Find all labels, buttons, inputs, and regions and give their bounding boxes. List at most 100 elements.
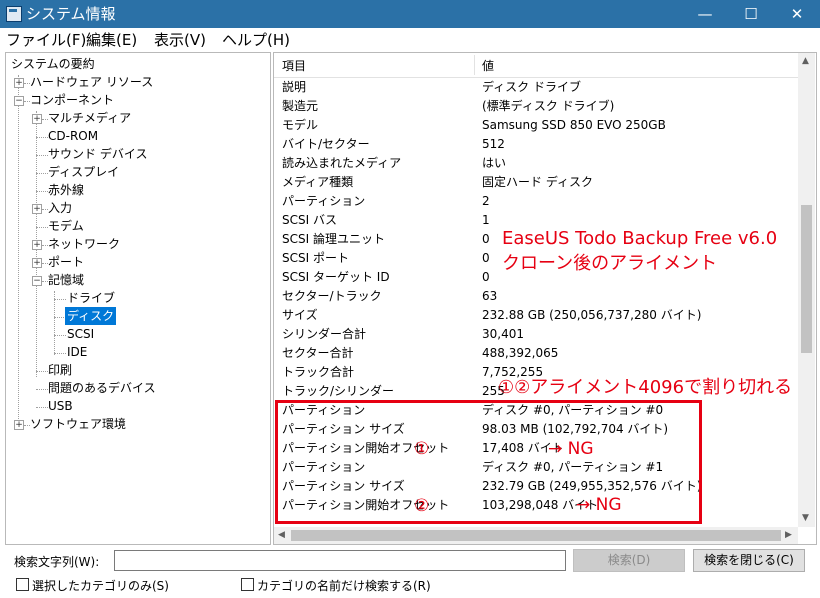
tree-line [36, 407, 48, 408]
item-cell: トラック/シリンダー [282, 384, 395, 398]
window-title: システム情報 [26, 5, 116, 23]
category-tree[interactable]: + − + + + + − + システムの要約 ハードウェア リソース コンポー… [5, 52, 271, 545]
value-cell: 1 [482, 213, 490, 227]
table-row[interactable]: 説明 ディスク ドライブ [274, 78, 798, 97]
tree-item-usb[interactable]: USB [48, 397, 73, 415]
close-button[interactable]: ✕ [774, 0, 820, 28]
annotation-title-line1: EaseUS Todo Backup Free v6.0 [502, 228, 778, 249]
item-cell: セクター/トラック [282, 289, 382, 303]
horizontal-scrollbar[interactable]: ◀ ▶ [274, 527, 798, 544]
vertical-scrollbar[interactable]: ▲ ▼ [798, 53, 815, 527]
tree-line [54, 299, 66, 300]
expand-icon[interactable]: + [14, 78, 24, 88]
tree-item-components[interactable]: コンポーネント [30, 91, 114, 109]
table-row[interactable]: セクター合計 488,392,065 [274, 344, 798, 363]
minimize-button[interactable]: — [682, 0, 728, 28]
menu-edit[interactable]: 編集(E) [86, 30, 137, 50]
table-row[interactable]: バイト/セクター 512 [274, 135, 798, 154]
menu-file[interactable]: ファイル(F) [6, 30, 86, 50]
tree-item-ide[interactable]: IDE [67, 343, 87, 361]
column-header-item[interactable]: 項目 [282, 57, 306, 74]
scroll-left-icon[interactable]: ◀ [278, 530, 285, 540]
item-cell: SCSI ターゲット ID [282, 270, 390, 284]
system-info-icon [6, 6, 22, 22]
tree-item-software-environment[interactable]: ソフトウェア環境 [30, 415, 126, 433]
table-row[interactable]: モデル Samsung SSD 850 EVO 250GB [274, 116, 798, 135]
tree-item-display[interactable]: ディスプレイ [48, 163, 119, 181]
collapse-icon[interactable]: − [32, 276, 42, 286]
value-cell: 固定ハード ディスク [482, 175, 593, 189]
item-cell: サイズ [282, 308, 318, 322]
expand-icon[interactable]: + [14, 420, 24, 430]
item-cell: バイト/セクター [282, 137, 370, 151]
tree-item-system-summary[interactable]: システムの要約 [11, 55, 95, 73]
value-cell: ディスク ドライブ [482, 80, 581, 94]
expand-icon[interactable]: + [32, 240, 42, 250]
column-divider[interactable] [474, 55, 475, 75]
horizontal-scroll-thumb[interactable] [291, 530, 781, 541]
tree-item-hardware-resources[interactable]: ハードウェア リソース [30, 73, 153, 91]
tree-item-scsi[interactable]: SCSI [67, 325, 94, 343]
selected-category-only-label[interactable]: 選択したカテゴリのみ(S) [32, 577, 169, 594]
item-cell: 製造元 [282, 99, 319, 113]
item-cell: 説明 [282, 80, 307, 94]
value-cell: 0 [482, 232, 490, 246]
search-input[interactable] [114, 550, 566, 571]
list-header: 項目 値 [274, 53, 798, 78]
table-row[interactable]: シリンダー合計 30,401 [274, 325, 798, 344]
tree-item-infrared[interactable]: 赤外線 [48, 181, 84, 199]
menu-help[interactable]: ヘルプ(H) [222, 30, 290, 50]
tree-item-cdrom[interactable]: CD-ROM [48, 127, 98, 145]
value-cell: 488,392,065 [482, 346, 559, 360]
scroll-up-icon[interactable]: ▲ [802, 56, 809, 66]
item-cell: トラック合計 [282, 365, 355, 379]
collapse-icon[interactable]: − [14, 96, 24, 106]
tree-item-storage[interactable]: 記憶域 [48, 271, 84, 289]
tree-item-ports[interactable]: ポート [48, 253, 84, 271]
tree-line [18, 75, 19, 425]
value-cell: 0 [482, 270, 490, 284]
table-row[interactable]: 製造元 (標準ディスク ドライブ) [274, 97, 798, 116]
expand-icon[interactable]: + [32, 204, 42, 214]
title-bar: システム情報 — ☐ ✕ [0, 0, 820, 28]
selected-category-only-checkbox[interactable] [16, 578, 29, 591]
column-header-value[interactable]: 値 [482, 57, 494, 74]
scroll-down-icon[interactable]: ▼ [802, 513, 809, 523]
menu-view[interactable]: 表示(V) [154, 30, 206, 50]
vertical-scroll-thumb[interactable] [801, 205, 812, 353]
maximize-button[interactable]: ☐ [728, 0, 774, 28]
tree-item-printing[interactable]: 印刷 [48, 361, 72, 379]
tree-item-modem[interactable]: モデム [48, 217, 84, 235]
table-row[interactable]: 読み込まれたメディア はい [274, 154, 798, 173]
table-row[interactable]: サイズ 232.88 GB (250,056,737,280 バイト) [274, 306, 798, 325]
item-cell: モデル [282, 118, 319, 132]
value-cell: 512 [482, 137, 505, 151]
tree-line [36, 137, 48, 138]
category-names-only-label[interactable]: カテゴリの名前だけ検索する(R) [257, 577, 431, 594]
close-search-button[interactable]: 検索を閉じる(C) [693, 549, 805, 572]
find-button[interactable]: 検索(D) [573, 549, 685, 572]
tree-item-drives[interactable]: ドライブ [67, 289, 115, 307]
table-row[interactable]: メディア種類 固定ハード ディスク [274, 173, 798, 192]
tree-line [36, 155, 48, 156]
table-row[interactable]: セクター/トラック 63 [274, 287, 798, 306]
tree-item-problem-devices[interactable]: 問題のあるデバイス [48, 379, 156, 397]
tree-line [54, 335, 66, 336]
item-cell: SCSI バス [282, 213, 337, 227]
expand-icon[interactable]: + [32, 258, 42, 268]
tree-item-disks[interactable]: ディスク [65, 307, 117, 325]
expand-icon[interactable]: + [32, 114, 42, 124]
value-cell: Samsung SSD 850 EVO 250GB [482, 118, 666, 132]
tree-item-multimedia[interactable]: マルチメディア [48, 109, 131, 127]
search-bar: 検索文字列(W): 検索(D) 検索を閉じる(C) 選択したカテゴリのみ(S) … [0, 545, 820, 598]
tree-line [54, 291, 55, 355]
annotation-alignment-note: ①②アライメント4096で割り切れる [498, 377, 793, 398]
tree-item-network[interactable]: ネットワーク [48, 235, 120, 253]
tree-line [54, 353, 66, 354]
table-row[interactable]: パーティション 2 [274, 192, 798, 211]
tree-item-input[interactable]: 入力 [48, 199, 72, 217]
scroll-right-icon[interactable]: ▶ [785, 530, 792, 540]
category-names-only-checkbox[interactable] [241, 578, 254, 591]
tree-line [36, 191, 48, 192]
tree-item-sound-device[interactable]: サウンド デバイス [48, 145, 147, 163]
